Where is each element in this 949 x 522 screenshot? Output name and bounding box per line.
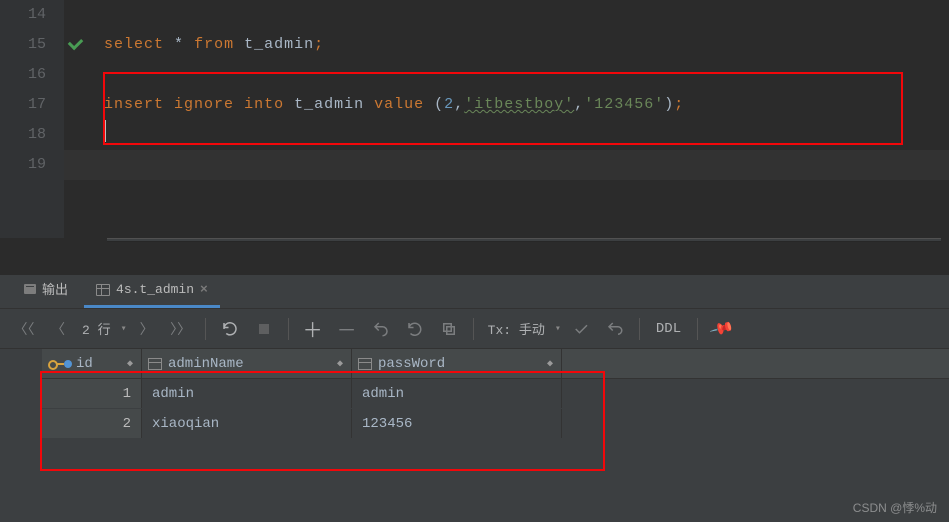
key-icon xyxy=(48,358,62,370)
line-number: 14 xyxy=(0,0,46,30)
delete-row-button[interactable]: － xyxy=(333,315,361,343)
ddl-button[interactable]: DDL xyxy=(650,315,687,343)
splitter-handle[interactable] xyxy=(107,238,941,242)
pin-icon: 📌 xyxy=(708,315,735,342)
output-icon xyxy=(24,284,36,294)
tab-label: 输出 xyxy=(42,279,68,298)
pin-button[interactable]: 📌 xyxy=(708,315,736,343)
dropdown-icon[interactable]: ▾ xyxy=(121,323,127,335)
result-toolbar: 〈〈 〈 2 行 ▾ 〉 〉〉 ＋ － Tx: 手动 ▾ DDL 📌 xyxy=(0,309,949,349)
prev-page-button[interactable]: 〈 xyxy=(44,315,72,343)
line-number: 17 xyxy=(0,90,46,120)
column-icon xyxy=(148,358,162,370)
sort-icon[interactable]: ◆ xyxy=(127,358,133,370)
stop-button[interactable] xyxy=(250,315,278,343)
tool-window-tabs: 输出 4s.t_admin × xyxy=(0,275,949,309)
highlight-box-table xyxy=(40,371,605,471)
watermark: CSDN @悸%动 xyxy=(853,499,937,516)
dropdown-icon[interactable]: ▾ xyxy=(555,323,561,335)
index-icon xyxy=(64,360,72,368)
editor-gutter[interactable]: 14 15 16 17 18 19 xyxy=(0,0,64,238)
next-page-button[interactable]: 〉 xyxy=(133,315,161,343)
column-label: passWord xyxy=(378,356,445,372)
rollback-button[interactable] xyxy=(601,315,629,343)
revert-button[interactable] xyxy=(367,315,395,343)
line-number: 15 xyxy=(0,30,46,60)
sort-icon[interactable]: ◆ xyxy=(337,358,343,370)
column-label: adminName xyxy=(168,356,244,372)
column-label: id xyxy=(76,356,93,372)
highlight-box-sql xyxy=(103,72,903,145)
tab-label: 4s.t_admin xyxy=(116,282,194,297)
close-icon[interactable]: × xyxy=(200,282,208,297)
table-icon xyxy=(96,284,110,296)
sort-icon[interactable]: ◆ xyxy=(547,358,553,370)
first-page-button[interactable]: 〈〈 xyxy=(10,315,38,343)
reload-button[interactable] xyxy=(216,315,244,343)
column-icon xyxy=(358,358,372,370)
last-page-button[interactable]: 〉〉 xyxy=(167,315,195,343)
tab-table[interactable]: 4s.t_admin × xyxy=(84,276,220,308)
tx-label: Tx: 手动 xyxy=(484,319,549,338)
clone-row-button[interactable] xyxy=(435,315,463,343)
sql-line-select[interactable]: select * from t_admin; xyxy=(104,30,949,60)
undo-button[interactable] xyxy=(401,315,429,343)
commit-button[interactable] xyxy=(567,315,595,343)
add-row-button[interactable]: ＋ xyxy=(299,315,327,343)
line-number: 19 xyxy=(0,150,46,180)
line-number: 16 xyxy=(0,60,46,90)
rows-label: 2 行 xyxy=(78,319,115,338)
tab-output[interactable]: 输出 xyxy=(12,273,80,308)
line-number: 18 xyxy=(0,120,46,150)
